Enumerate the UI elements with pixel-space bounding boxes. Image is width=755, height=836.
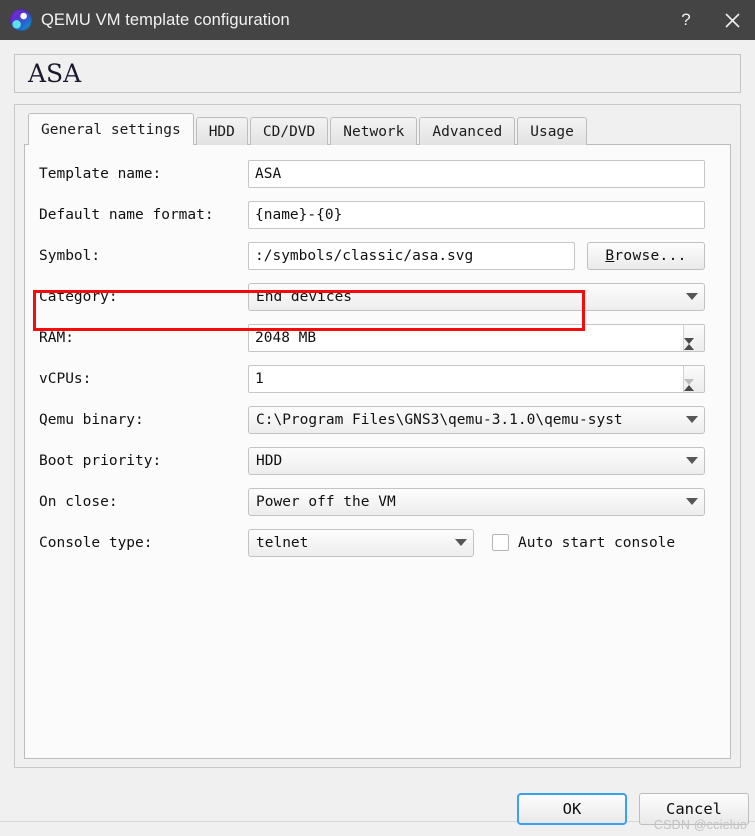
checkbox-box-icon[interactable] <box>492 534 509 551</box>
qemu-binary-select[interactable]: C:\Program Files\GNS3\qemu-3.1.0\qemu-sy… <box>248 405 705 434</box>
default-name-format-control: {name}-{0} <box>248 200 714 229</box>
symbol-row: Symbol: :/symbols/classic/asa.svg Browse… <box>39 241 714 270</box>
ram-label: RAM: <box>39 329 74 346</box>
browse-label-rest: rowse... <box>614 247 687 264</box>
chevron-down-icon <box>455 539 467 546</box>
console-type-control: telnet Auto start console <box>248 528 714 557</box>
on-close-label: On close: <box>39 493 118 510</box>
tab-network[interactable]: Network <box>330 117 418 145</box>
symbol-label: Symbol: <box>39 247 101 264</box>
vcpus-row: vCPUs: 1 <box>39 364 714 393</box>
auto-start-console-label: Auto start console <box>518 534 676 551</box>
on-close-value: Power off the VM <box>256 493 396 510</box>
browse-mnemonic: B <box>605 247 615 264</box>
boot-priority-row: Boot priority: HDD <box>39 446 714 475</box>
ok-button-label: OK <box>562 799 582 818</box>
settings-group-frame: General settings HDD CD/DVD Network Adva… <box>14 104 741 768</box>
vcpus-control: 1 <box>248 364 714 393</box>
console-type-label: Console type: <box>39 534 153 551</box>
browse-button[interactable]: Browse... <box>587 241 705 270</box>
ram-row: RAM: 2048 MB <box>39 323 714 352</box>
vcpus-spinner[interactable]: 1 <box>248 364 705 393</box>
tab-label: Network <box>343 123 405 140</box>
chevron-down-icon <box>686 293 698 300</box>
general-settings-panel: Template name: ASA Default name format: … <box>24 144 731 759</box>
category-value: End devices <box>256 288 353 305</box>
qemu-binary-control: C:\Program Files\GNS3\qemu-3.1.0\qemu-sy… <box>248 405 714 434</box>
on-close-select[interactable]: Power off the VM <box>248 487 705 516</box>
default-name-format-input[interactable]: {name}-{0} <box>248 200 705 229</box>
dialog-body: ASA General settings HDD CD/DVD Network … <box>0 40 755 836</box>
console-type-row: Console type: telnet Auto start console <box>39 528 714 557</box>
boot-priority-control: HDD <box>248 446 714 475</box>
vcpus-spinner-buttons <box>683 365 704 392</box>
gns3-logo-icon <box>10 9 32 31</box>
ram-spinner-buttons <box>683 324 704 351</box>
window-titlebar: QEMU VM template configuration ? <box>0 0 755 40</box>
chevron-down-icon <box>686 498 698 505</box>
template-heading-box: ASA <box>14 54 741 93</box>
template-name-control: ASA <box>248 159 714 188</box>
console-type-value: telnet <box>256 534 309 551</box>
page-title: ASA <box>28 59 82 88</box>
auto-start-console-checkbox[interactable]: Auto start console <box>492 534 675 551</box>
category-row: Category: End devices <box>39 282 714 311</box>
tab-hdd[interactable]: HDD <box>195 117 248 145</box>
ram-control: 2048 MB <box>248 323 714 352</box>
ram-spinner[interactable]: 2048 MB <box>248 323 705 352</box>
vcpus-label: vCPUs: <box>39 370 92 387</box>
vcpus-value[interactable]: 1 <box>249 366 683 392</box>
boot-priority-select[interactable]: HDD <box>248 446 705 475</box>
tab-cd-dvd[interactable]: CD/DVD <box>249 117 329 145</box>
tab-usage[interactable]: Usage <box>517 117 587 145</box>
watermark: CSDN @ccieluo <box>653 818 747 832</box>
chevron-down-icon <box>686 416 698 423</box>
tab-label: Usage <box>530 123 574 140</box>
close-button[interactable] <box>709 0 755 40</box>
category-select[interactable]: End devices <box>248 282 705 311</box>
tab-advanced[interactable]: Advanced <box>419 117 516 145</box>
template-name-input[interactable]: ASA <box>248 159 705 188</box>
spinner-down-icon[interactable] <box>684 337 694 351</box>
help-button[interactable]: ? <box>663 0 709 40</box>
on-close-control: Power off the VM <box>248 487 714 516</box>
qemu-binary-label: Qemu binary: <box>39 411 144 428</box>
console-type-select[interactable]: telnet <box>248 528 474 557</box>
qemu-binary-row: Qemu binary: C:\Program Files\GNS3\qemu-… <box>39 405 714 434</box>
ram-value[interactable]: 2048 MB <box>249 325 683 351</box>
tab-general-settings[interactable]: General settings <box>28 113 194 145</box>
spinner-down-icon <box>684 378 694 392</box>
close-icon <box>724 12 740 28</box>
dialog-footer: OK Cancel <box>0 781 755 836</box>
qemu-binary-value: C:\Program Files\GNS3\qemu-3.1.0\qemu-sy… <box>256 411 623 428</box>
tab-label: HDD <box>208 123 235 140</box>
category-control: End devices <box>248 282 714 311</box>
chevron-down-icon <box>686 457 698 464</box>
template-name-label: Template name: <box>39 165 162 182</box>
template-name-row: Template name: ASA <box>39 159 714 188</box>
window-title: QEMU VM template configuration <box>41 10 290 29</box>
question-mark-icon: ? <box>681 10 691 29</box>
default-name-format-label: Default name format: <box>39 206 214 223</box>
symbol-control: :/symbols/classic/asa.svg Browse... <box>248 241 714 270</box>
symbol-input[interactable]: :/symbols/classic/asa.svg <box>248 241 575 270</box>
default-name-format-row: Default name format: {name}-{0} <box>39 200 714 229</box>
boot-priority-value: HDD <box>256 452 283 469</box>
ok-button[interactable]: OK <box>517 792 627 825</box>
tab-label: CD/DVD <box>262 123 316 140</box>
tab-label: General settings <box>41 121 181 138</box>
on-close-row: On close: Power off the VM <box>39 487 714 516</box>
cancel-button-label: Cancel <box>666 799 722 818</box>
tab-bar: General settings HDD CD/DVD Network Adva… <box>24 113 731 145</box>
tab-label: Advanced <box>432 123 503 140</box>
category-label: Category: <box>39 288 118 305</box>
boot-priority-label: Boot priority: <box>39 452 162 469</box>
